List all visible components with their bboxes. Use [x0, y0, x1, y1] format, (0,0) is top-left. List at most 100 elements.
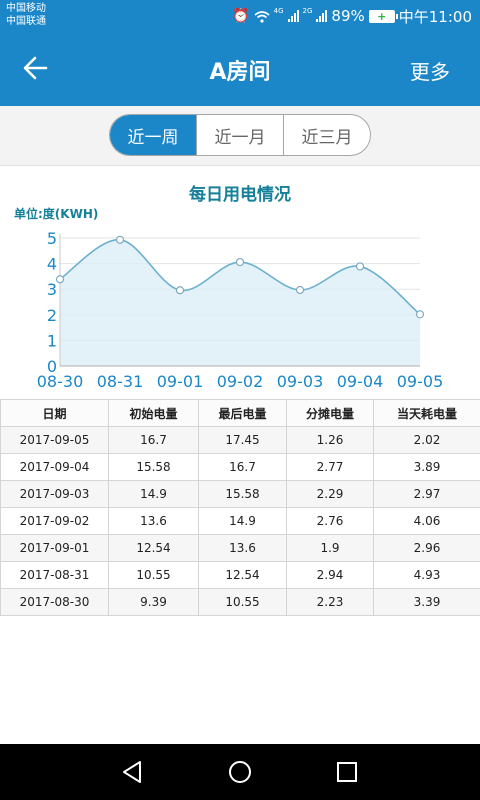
- table-cell: 2.96: [373, 534, 480, 562]
- table-cell: 4.93: [373, 561, 480, 589]
- tab-month[interactable]: 近一月: [196, 115, 283, 155]
- table-row: 2017-09-02 13.6 14.9 2.76 4.06: [0, 507, 480, 535]
- chart-container: 每日用电情况 单位:度(KWH) 0 1 2 3 4 5 08-30 08-31 09-01 09-0…: [0, 168, 480, 396]
- battery-percent: 89%: [331, 7, 365, 25]
- signal-icon: [316, 10, 328, 22]
- data-point: [115, 235, 125, 244]
- table-cell: 2017-08-31: [0, 561, 109, 589]
- y-tick-label: 5: [47, 229, 57, 248]
- network-type-1: 4G: [273, 7, 284, 15]
- table-cell: 14.9: [198, 507, 287, 535]
- carrier-info: 中国移动 中国联通: [6, 2, 46, 28]
- wifi-icon: [254, 10, 270, 23]
- table-body: 2017-09-05 16.7 17.45 1.26 2.02 2017-09-04 15.…: [0, 426, 480, 616]
- x-tick-label: 08-31: [97, 372, 144, 391]
- x-tick-label: 09-02: [217, 372, 264, 391]
- table-row: 2017-09-01 12.54 13.6 1.9 2.96: [0, 534, 480, 562]
- table-cell: 2017-09-03: [0, 480, 109, 508]
- back-button[interactable]: [18, 50, 54, 86]
- table-cell: 2.23: [286, 588, 374, 616]
- x-tick-label: 09-01: [157, 372, 204, 391]
- table-cell: 2017-09-01: [0, 534, 109, 562]
- table-cell: 12.54: [108, 534, 199, 562]
- app-bar: A房间 更多: [0, 32, 480, 106]
- status-icons: ⏰ 4G 2G 89% + 中午11:00: [232, 5, 472, 27]
- data-point: [55, 275, 65, 284]
- table-cell: 2017-09-02: [0, 507, 109, 535]
- table-cell: 14.9: [108, 480, 199, 508]
- signal-icon: [287, 10, 299, 22]
- table-row: 2017-09-03 14.9 15.58 2.29 2.97: [0, 480, 480, 508]
- tab-week[interactable]: 近一周: [110, 115, 196, 155]
- circle-home-icon: [229, 761, 251, 783]
- table-row: 2017-08-31 10.55 12.54 2.94 4.93: [0, 561, 480, 589]
- table-cell: 2017-08-30: [0, 588, 109, 616]
- table-cell: 16.7: [108, 426, 199, 454]
- x-tick-label: 09-03: [277, 372, 324, 391]
- x-tick-label: 09-04: [337, 372, 384, 391]
- triangle-back-icon: [123, 761, 141, 783]
- table-cell: 2.97: [373, 480, 480, 508]
- column-header: 当天耗电量: [373, 399, 480, 427]
- chart-title: 每日用电情况: [189, 184, 291, 205]
- table-cell: 15.58: [108, 453, 199, 481]
- table-cell: 2017-09-05: [0, 426, 109, 454]
- table-cell: 16.7: [198, 453, 287, 481]
- data-point: [295, 285, 305, 295]
- nav-home-button[interactable]: [226, 758, 254, 786]
- table-cell: 2.77: [286, 453, 374, 481]
- column-header: 初始电量: [108, 399, 199, 427]
- electricity-chart: 每日用电情况单位:度(KWH)01234508-30 08-31 09-01 09-0…: [14, 184, 444, 391]
- table-cell: 2.76: [286, 507, 374, 535]
- battery-icon: +: [368, 9, 398, 23]
- table-header-row: 日期 初始电量 最后电量 分摊电量 当天耗电量: [0, 399, 480, 427]
- table-cell: 9.39: [108, 588, 199, 616]
- carrier-1: 中国移动: [6, 3, 46, 14]
- y-tick-label: 2: [47, 306, 57, 325]
- navigation-bar: [0, 744, 480, 800]
- y-axis-unit-label: 单位:度(KWH): [14, 206, 98, 221]
- alarm-icon: ⏰: [232, 8, 250, 24]
- period-selector: 近一周 近一月 近三月: [109, 114, 371, 156]
- column-header: 最后电量: [198, 399, 287, 427]
- data-point: [355, 262, 365, 271]
- clock: 中午11:00: [398, 7, 472, 26]
- table-cell: 4.06: [373, 507, 480, 535]
- table-cell: 2.29: [286, 480, 374, 508]
- x-tick-label: 09-05: [397, 372, 444, 391]
- nav-recents-button[interactable]: [333, 758, 361, 786]
- table-cell: 2.02: [373, 426, 480, 454]
- square-recents-icon: [337, 762, 357, 782]
- tab-three-months[interactable]: 近三月: [283, 115, 370, 155]
- page-title: A房间: [209, 60, 271, 85]
- table-row: 2017-08-30 9.39 10.55 2.23 3.39: [0, 588, 480, 616]
- table-row: 2017-09-05 16.7 17.45 1.26 2.02: [0, 426, 480, 454]
- table-cell: 1.9: [286, 534, 374, 562]
- usage-table: 日期 初始电量 最后电量 分摊电量 当天耗电量 2017-09-05 16.7 17.45 1…: [0, 399, 480, 616]
- status-bar: 中国移动 中国联通 ⏰ 4G 2G 89% + 中午11:00: [0, 0, 480, 32]
- table-cell: 13.6: [198, 534, 287, 562]
- usage-table-container: 日期 初始电量 最后电量 分摊电量 当天耗电量 2017-09-05 16.7 17.45 1…: [0, 399, 480, 616]
- network-type-2: 2G: [302, 7, 313, 15]
- table-row: 2017-09-04 15.58 16.7 2.77 3.89: [0, 453, 480, 481]
- table-cell: 3.39: [373, 588, 480, 616]
- x-tick-label: 08-30: [37, 372, 84, 391]
- table-cell: 13.6: [108, 507, 199, 535]
- table-cell: 3.89: [373, 453, 480, 481]
- table-cell: 12.54: [198, 561, 287, 589]
- table-cell: 2017-09-04: [0, 453, 109, 481]
- nav-back-button[interactable]: [118, 758, 146, 786]
- table-cell: 15.58: [198, 480, 287, 508]
- column-header: 日期: [0, 399, 109, 427]
- y-tick-label: 4: [47, 255, 57, 274]
- table-cell: 10.55: [198, 588, 287, 616]
- period-selector-area: 近一周 近一月 近三月: [0, 106, 480, 166]
- arrow-left-icon: [23, 56, 48, 80]
- more-button[interactable]: 更多: [410, 56, 450, 85]
- table-cell: 10.55: [108, 561, 199, 589]
- table-cell: 17.45: [198, 426, 287, 454]
- data-point: [175, 286, 185, 295]
- y-tick-label: 1: [47, 331, 57, 350]
- data-point: [415, 310, 425, 319]
- y-tick-label: 3: [47, 280, 57, 299]
